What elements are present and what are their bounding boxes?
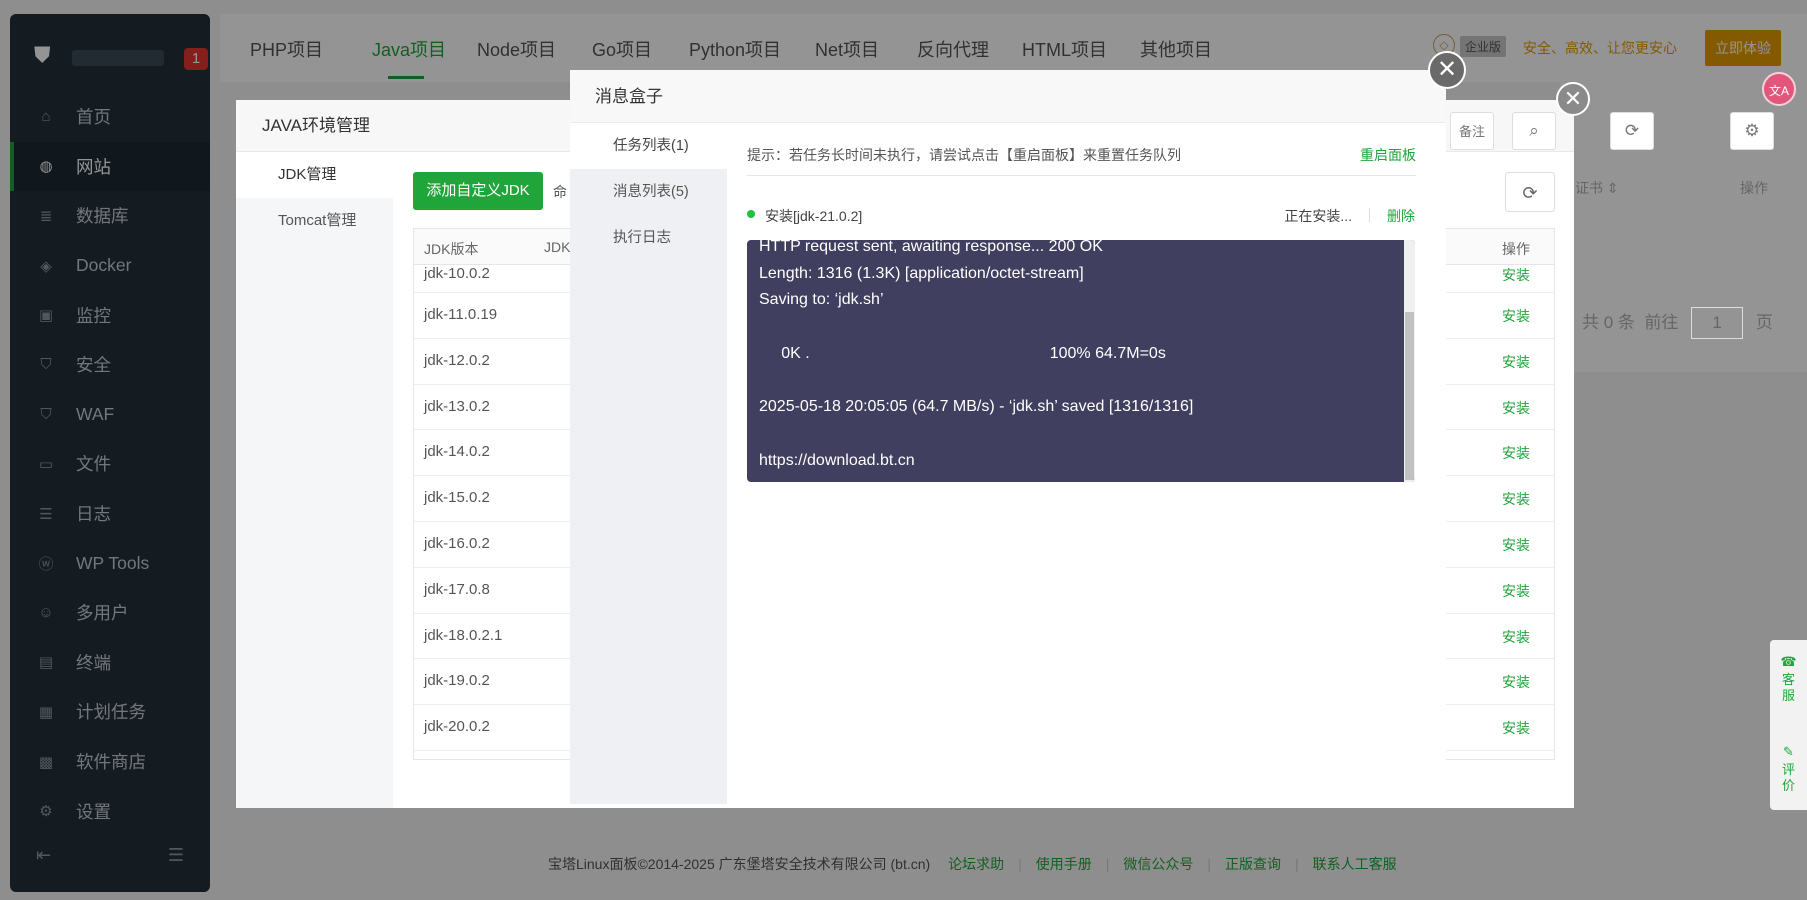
jdk-version-cell: jdk-20.0.2 bbox=[424, 718, 490, 736]
terminal-line: 0K . 100% 64.7M=0s bbox=[759, 344, 1166, 362]
close-java-dialog-icon[interactable]: ✕ bbox=[1556, 82, 1590, 116]
install-jdk-button[interactable]: 安装 bbox=[1502, 443, 1530, 463]
task-log-terminal[interactable]: HTTP request sent, awaiting response... … bbox=[747, 240, 1415, 482]
hint-divider bbox=[747, 175, 1416, 176]
background-dialog-remnant: 备注 ⌕ ⟳ ⚙ 证书 ⇕ 操作 共 0 条 前往 1 页 bbox=[1440, 100, 1807, 360]
message-tab-0[interactable]: 任务列表(1) bbox=[570, 123, 727, 169]
install-jdk-button[interactable]: 安装 bbox=[1502, 718, 1530, 738]
cert-column-header: 证书 ⇕ bbox=[1575, 180, 1619, 196]
customer-service-button[interactable]: 客服 bbox=[1782, 672, 1796, 704]
pagination: 共 0 条 前往 1 页 bbox=[1582, 307, 1773, 339]
edit-review-icon: ✎ bbox=[1783, 744, 1794, 759]
install-jdk-button[interactable]: 安装 bbox=[1502, 398, 1530, 418]
terminal-line: https://download.bt.cn bbox=[759, 451, 915, 469]
task-running-status-icon bbox=[747, 210, 755, 218]
jdk-version-cell: jdk-17.0.8 bbox=[424, 580, 490, 598]
service-review-widget: ☎ 客服 ✎ 评价 bbox=[1770, 640, 1807, 810]
remark-cut: 备注 bbox=[1450, 112, 1494, 150]
jdk-version-cell: jdk-10.0.2 bbox=[424, 265, 490, 282]
terminal-line: Length: 1316 (1.3K) [application/octet-s… bbox=[759, 264, 1084, 282]
task-name: 安装[jdk-21.0.2] bbox=[765, 208, 863, 224]
col-jdk-path: JDK bbox=[544, 239, 571, 255]
task-action-divider bbox=[1369, 208, 1370, 222]
search-icon[interactable]: ⌕ bbox=[1512, 112, 1556, 150]
refresh-list-icon[interactable]: ⟳ bbox=[1610, 112, 1654, 150]
terminal-line: Saving to: ‘jdk.sh’ bbox=[759, 291, 884, 309]
message-tab-1[interactable]: 消息列表(5) bbox=[570, 169, 727, 215]
close-message-box-icon[interactable]: ✕ bbox=[1428, 51, 1466, 89]
install-jdk-button[interactable]: 安装 bbox=[1502, 581, 1530, 601]
tab-jdk-management[interactable]: JDK管理 bbox=[236, 152, 393, 198]
add-custom-jdk-button[interactable]: 添加自定义JDK bbox=[413, 172, 543, 210]
headset-icon: ☎ bbox=[1780, 654, 1797, 669]
message-tab-2[interactable]: 执行日志 bbox=[570, 215, 727, 261]
message-box-title: 消息盒子 bbox=[570, 70, 1446, 123]
install-jdk-button[interactable]: 安装 bbox=[1502, 672, 1530, 692]
jdk-version-cell: jdk-19.0.2 bbox=[424, 672, 490, 690]
jdk-version-cell: jdk-15.0.2 bbox=[424, 489, 490, 507]
message-box-main: 提示：若任务长时间未执行，请尝试点击【重启面板】来重置任务队列 重启面板 安装[… bbox=[727, 123, 1446, 804]
java-dialog-side-tabs: JDK管理 Tomcat管理 bbox=[236, 152, 393, 808]
install-jdk-button[interactable]: 安装 bbox=[1502, 627, 1530, 647]
task-status: 正在安装... bbox=[1284, 208, 1352, 224]
restart-panel-link[interactable]: 重启面板 bbox=[1360, 145, 1416, 165]
command-label-cut: 命 bbox=[553, 184, 567, 200]
jdk-version-cell: jdk-11.0.19 bbox=[424, 306, 498, 323]
message-box-tabs: 任务列表(1) 消息列表(5) 执行日志 bbox=[570, 123, 727, 804]
jdk-version-cell: jdk-16.0.2 bbox=[424, 534, 490, 552]
tab-tomcat-management[interactable]: Tomcat管理 bbox=[236, 198, 393, 244]
col-jdk-version: JDK版本 bbox=[424, 241, 479, 257]
review-button[interactable]: 评价 bbox=[1782, 762, 1796, 794]
jdk-version-cell: jdk-12.0.2 bbox=[424, 351, 490, 369]
message-box-dialog: 消息盒子 任务列表(1) 消息列表(5) 执行日志 提示：若任务长时间未执行，请尝试… bbox=[570, 70, 1446, 804]
terminal-scrollbar-thumb[interactable] bbox=[1405, 312, 1414, 480]
ops-column-header: 操作 bbox=[1740, 180, 1768, 196]
translate-icon[interactable]: 文A bbox=[1762, 72, 1796, 106]
settings-gear-icon[interactable]: ⚙ bbox=[1730, 112, 1774, 150]
delete-task-button[interactable]: 删除 bbox=[1387, 206, 1415, 226]
install-jdk-button[interactable]: 安装 bbox=[1502, 535, 1530, 555]
jdk-version-cell: jdk-13.0.2 bbox=[424, 397, 490, 415]
terminal-line: HTTP request sent, awaiting response... … bbox=[759, 240, 1103, 255]
jdk-version-cell: jdk-14.0.2 bbox=[424, 443, 490, 461]
install-jdk-button[interactable]: 安装 bbox=[1502, 489, 1530, 509]
terminal-scrollbar[interactable] bbox=[1404, 240, 1415, 482]
page-input[interactable]: 1 bbox=[1691, 307, 1744, 339]
task-hint-text: 提示：若任务长时间未执行，请尝试点击【重启面板】来重置任务队列 bbox=[747, 147, 1181, 163]
jdk-version-cell: jdk-18.0.2.1 bbox=[424, 626, 503, 644]
terminal-line: 2025-05-18 20:05:05 (64.7 MB/s) - ‘jdk.s… bbox=[759, 398, 1194, 416]
